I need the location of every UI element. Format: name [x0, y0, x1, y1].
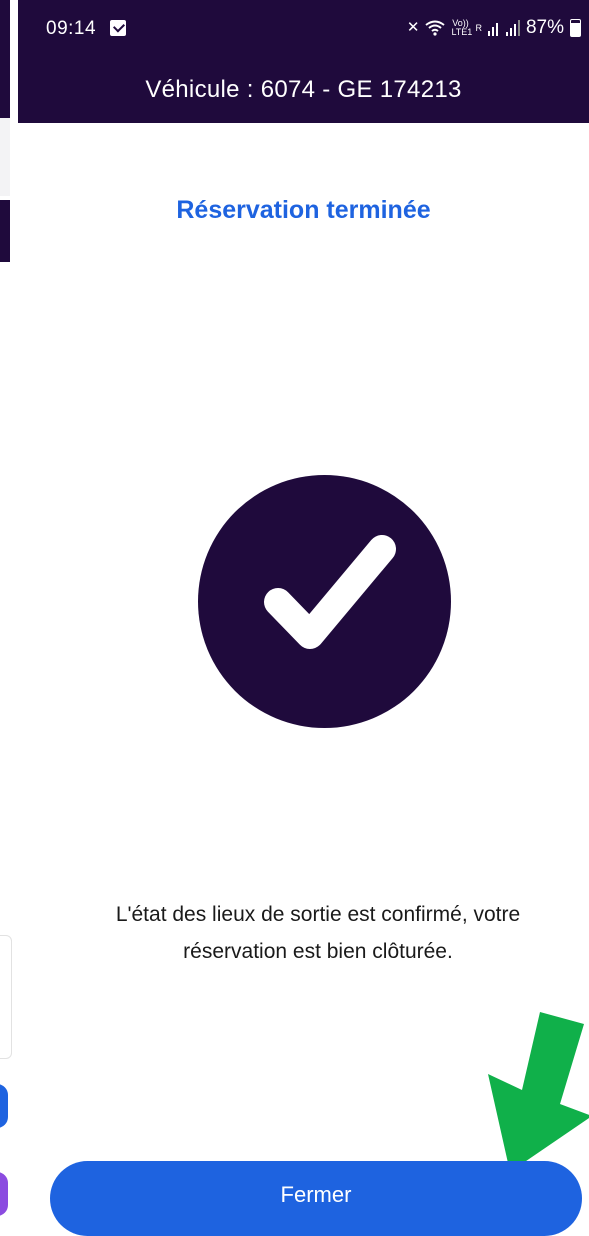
status-bar: 09:14 ✕ Vo)) LTE1 R 87%	[18, 0, 589, 52]
volte-indicator: Vo)) LTE1	[451, 18, 473, 37]
adjacent-screen-purple-button	[0, 1172, 8, 1216]
phone-screen: 09:14 ✕ Vo)) LTE1 R 87% Véhicule: 6074 …	[18, 0, 589, 1236]
notification-check-icon	[110, 20, 126, 36]
status-time: 09:14	[46, 18, 97, 39]
adjacent-screen-header	[0, 0, 10, 118]
adjacent-screen-card	[0, 935, 12, 1059]
mute-icon: ✕	[406, 19, 420, 36]
vehicle-title: Véhicule : 6074 - GE 174213	[145, 76, 462, 103]
signal-1-icon	[487, 23, 498, 36]
signal-2-icon	[505, 20, 520, 36]
battery-percent: 87%	[525, 17, 564, 38]
wifi-icon	[425, 20, 446, 36]
confirmation-message: L'état des lieux de sortie est confirmé,…	[58, 896, 578, 970]
adjacent-screen-panel	[0, 118, 10, 196]
arrow-down-icon	[488, 1012, 589, 1172]
confirmation-message-line-1: L'état des lieux de sortie est confirmé,…	[115, 903, 521, 926]
success-badge	[198, 475, 451, 728]
confirmation-message-line-2: réservation est bien clôturée.	[183, 940, 453, 963]
battery-icon	[570, 19, 581, 37]
adjacent-screen-bar	[0, 200, 10, 262]
app-header: 09:14 ✕ Vo)) LTE1 R 87% Véhicule: 6074 …	[18, 0, 589, 123]
check-icon	[264, 535, 396, 649]
status-icons: ✕ Vo)) LTE1 R 87%	[407, 17, 581, 39]
close-button[interactable]: Fermer	[50, 1161, 582, 1236]
page-title: Réservation terminée	[176, 196, 431, 224]
roaming-indicator: R	[475, 22, 482, 33]
adjacent-screen-blue-button	[0, 1084, 8, 1128]
